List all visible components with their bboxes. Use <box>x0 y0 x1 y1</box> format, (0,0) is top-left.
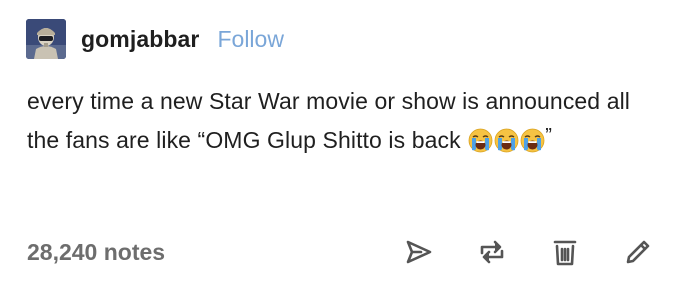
post-footer: 28,240 notes <box>27 232 653 272</box>
reblog-icon[interactable] <box>477 237 507 267</box>
closing-quote: ” <box>545 125 552 147</box>
tumblr-post: gomjabbar Follow every time a new Star W… <box>0 0 680 300</box>
helmet-figure-icon <box>26 19 66 59</box>
share-icon[interactable] <box>404 237 434 267</box>
avatar[interactable] <box>26 19 66 59</box>
username-link[interactable]: gomjabbar <box>81 26 199 53</box>
edit-icon[interactable] <box>623 237 653 267</box>
loudly-crying-face-icon <box>520 128 545 153</box>
follow-button[interactable]: Follow <box>217 26 283 53</box>
delete-icon[interactable] <box>550 237 580 267</box>
post-header: gomjabbar Follow <box>26 18 284 60</box>
post-actions <box>361 237 653 267</box>
loudly-crying-face-icon <box>494 128 519 153</box>
post-body: every time a new Star War movie or show … <box>27 84 657 158</box>
notes-count[interactable]: 28,240 notes <box>27 239 165 266</box>
loudly-crying-face-icon <box>468 128 493 153</box>
